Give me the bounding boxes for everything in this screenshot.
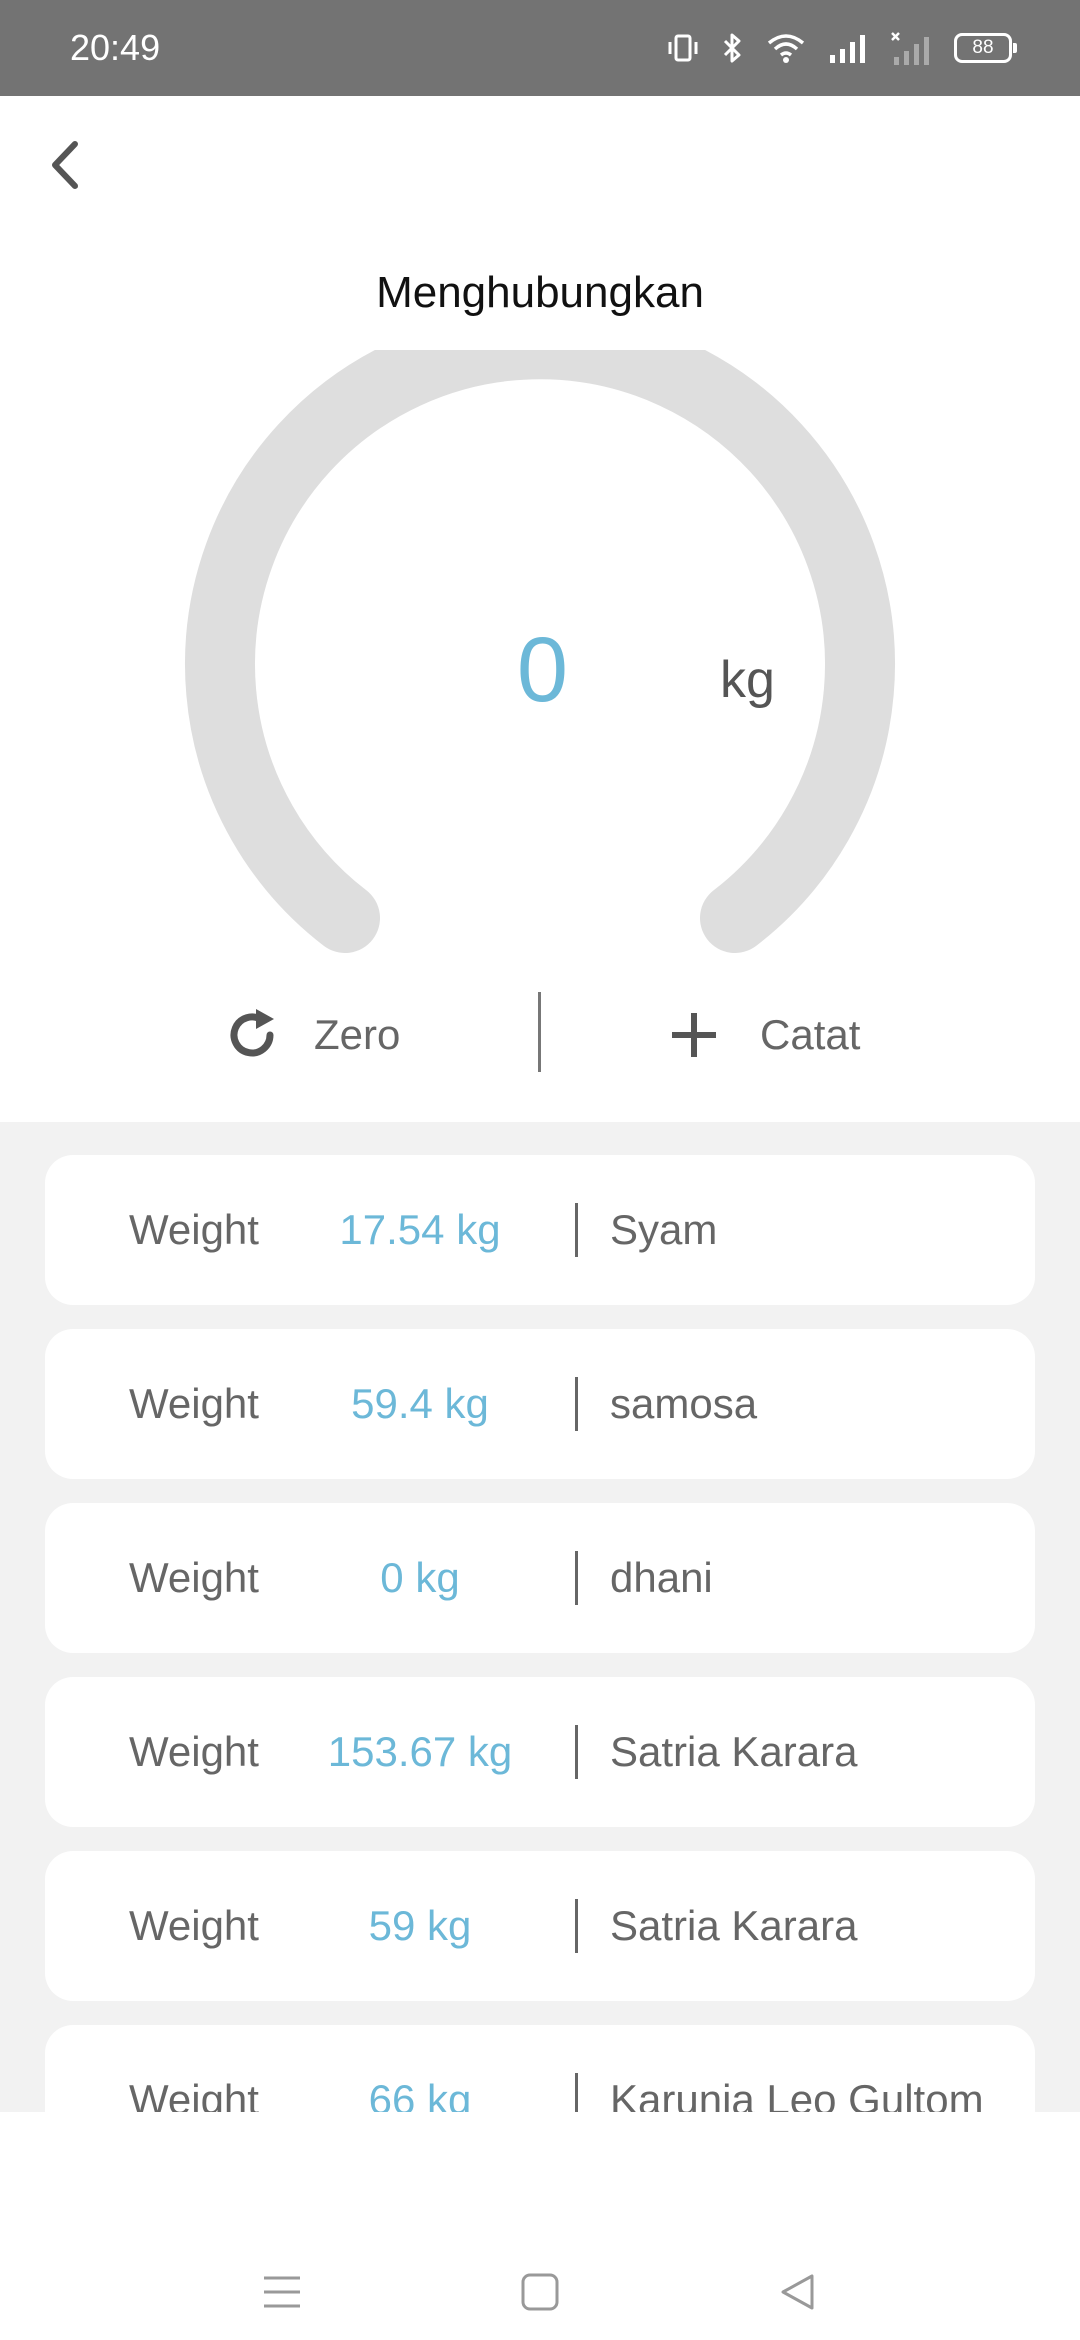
back-button[interactable]	[40, 130, 90, 200]
record-weight: 153.67 kg	[327, 1728, 513, 1775]
record-divider	[575, 1725, 578, 1779]
record-item[interactable]: Weight 0 kg dhani	[45, 1503, 1035, 1653]
vibrate-icon	[666, 33, 700, 63]
wifi-icon	[766, 32, 806, 64]
status-icons: 88	[666, 28, 1017, 68]
weight-value: 0	[516, 619, 569, 721]
record-label: Weight	[129, 1380, 259, 1427]
record-name: Syam	[610, 1206, 718, 1253]
record-item[interactable]: Weight 59 kg Satria Karara	[45, 1851, 1035, 2001]
page-title: Menghubungkan	[376, 268, 704, 317]
back-triangle-icon	[781, 2274, 814, 2310]
bluetooth-icon	[722, 32, 744, 64]
weight-unit: kg	[720, 651, 775, 709]
battery-icon: 88	[954, 33, 1017, 63]
plus-icon	[672, 1013, 716, 1057]
record-divider	[575, 1551, 578, 1605]
action-row: Zero Catat	[0, 990, 1080, 1080]
record-name: dhani	[610, 1554, 713, 1601]
record-name: Karunia Leo Gultom	[610, 2076, 984, 2112]
record-weight: 66 kg	[368, 2076, 472, 2112]
record-label: Weight	[129, 1728, 259, 1775]
record-divider	[575, 1899, 578, 1953]
signal-icon	[828, 33, 868, 63]
record-item[interactable]: Weight 17.54 kg Syam	[45, 1155, 1035, 1305]
zero-label: Zero	[314, 1011, 401, 1058]
record-weight: 59.4 kg	[351, 1380, 489, 1427]
home-button[interactable]	[510, 2262, 570, 2322]
refresh-icon	[230, 1009, 274, 1057]
menu-button[interactable]	[252, 2262, 312, 2322]
home-icon	[521, 2273, 559, 2311]
status-time: 20:49	[70, 27, 161, 68]
status-bar: 20:49 88	[0, 0, 1080, 96]
record-label: Weight	[129, 2076, 259, 2112]
record-weight: 59 kg	[368, 1902, 472, 1949]
zero-button[interactable]: Zero	[222, 990, 400, 1080]
record-name: Satria Karara	[610, 1728, 858, 1775]
record-item[interactable]: Weight 66 kg Karunia Leo Gultom	[45, 2025, 1035, 2112]
record-weight: 17.54 kg	[339, 1206, 501, 1253]
record-label: Weight	[129, 1554, 259, 1601]
record-item[interactable]: Weight 59.4 kg samosa	[45, 1329, 1035, 1479]
record-name: samosa	[610, 1380, 758, 1427]
navigation-bar	[0, 2112, 1080, 2340]
catat-label: Catat	[760, 1011, 861, 1058]
record-divider	[575, 2073, 578, 2112]
menu-icon	[264, 2276, 300, 2308]
chevron-left-icon	[52, 141, 78, 189]
record-name: Satria Karara	[610, 1902, 858, 1949]
record-weight: 0 kg	[380, 1554, 460, 1601]
record-divider	[575, 1377, 578, 1431]
record-list[interactable]: Weight 17.54 kg Syam Weight 59.4 kg samo…	[0, 1122, 1080, 2112]
signal-no-service-icon	[890, 31, 932, 65]
record-label: Weight	[129, 1902, 259, 1949]
system-back-button[interactable]	[768, 2262, 828, 2322]
action-divider	[538, 992, 541, 1072]
catat-button[interactable]: Catat	[668, 990, 860, 1080]
record-divider	[575, 1203, 578, 1257]
record-item[interactable]: Weight 153.67 kg Satria Karara	[45, 1677, 1035, 1827]
record-label: Weight	[129, 1206, 259, 1253]
